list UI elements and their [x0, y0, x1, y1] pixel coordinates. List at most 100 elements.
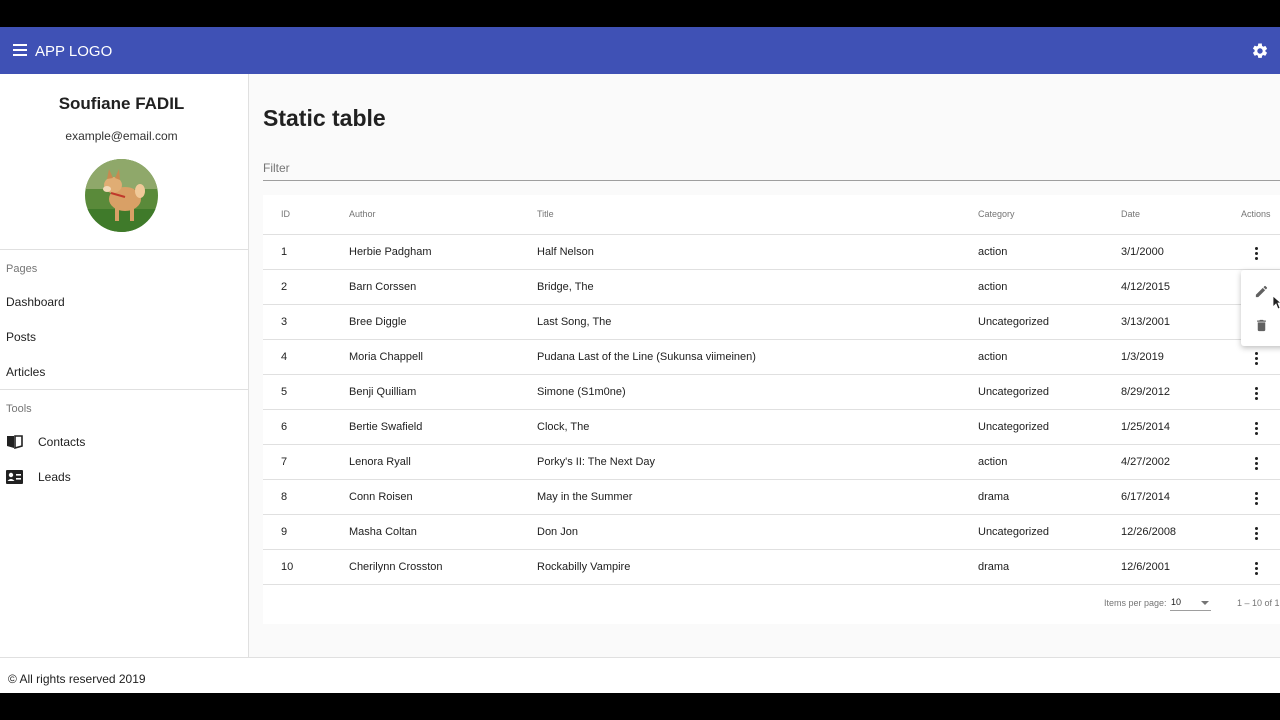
cell-author: Benji Quilliam — [349, 386, 417, 398]
table-row[interactable]: 5 Benji Quilliam Simone (S1m0ne) Uncategori… — [263, 375, 1280, 410]
cell-id: 2 — [281, 281, 288, 293]
gear-icon[interactable] — [1251, 42, 1269, 60]
cell-author: Barn Corssen — [349, 281, 417, 293]
delete-icon — [1257, 319, 1266, 332]
column-header-title[interactable]: Title — [537, 209, 554, 219]
cell-id: 1 — [281, 246, 288, 258]
table-row[interactable]: 1 Herbie Padgham Half Nelson action 3/1/2000 — [263, 235, 1280, 270]
cell-id: 5 — [281, 386, 288, 398]
cell-title: Clock, The — [537, 421, 590, 433]
page-size-select[interactable]: 10 — [1170, 593, 1211, 611]
column-header-category[interactable]: Category — [978, 209, 1015, 219]
app-window: APP LOGO Soufiane FADIL example@email.co… — [0, 27, 1280, 693]
footer-text: © All rights reserved 2019 — [8, 672, 146, 686]
cell-category: drama — [978, 491, 1010, 503]
more-vert-icon[interactable] — [1249, 526, 1263, 540]
table-row[interactable]: 10 Cherilynn Crosston Rockabilly Vampire dr… — [263, 550, 1280, 585]
tools-section-title: Tools — [6, 403, 32, 415]
page-size-value: 10 — [1171, 597, 1182, 607]
filter-input[interactable] — [263, 161, 1280, 175]
table-row[interactable]: 2 Barn Corssen Bridge, The action 4/12/2015 — [263, 270, 1280, 305]
cell-date: 4/12/2015 — [1121, 281, 1170, 293]
cell-date: 3/1/2000 — [1121, 246, 1164, 258]
cell-author: Bertie Swafield — [349, 421, 423, 433]
cell-title: Porky's II: The Next Day — [537, 456, 656, 468]
user-email: example@email.com — [65, 129, 178, 143]
sidebar-item-leads[interactable]: Leads — [0, 460, 248, 494]
cell-date: 12/6/2001 — [1121, 561, 1170, 573]
edit-icon — [1255, 285, 1268, 298]
footer: © All rights reserved 2019 — [0, 657, 1280, 693]
sidebar-item-label: Dashboard — [6, 295, 65, 309]
more-vert-icon[interactable] — [1249, 561, 1263, 575]
sidebar-item-label: Articles — [6, 365, 46, 379]
cell-id: 3 — [281, 316, 288, 328]
paginator: Items per page: 10 1 – 10 of 1 — [263, 588, 1280, 618]
more-vert-icon[interactable] — [1249, 491, 1263, 505]
table-row[interactable]: 3 Bree Diggle Last Song, The Uncategorized 3… — [263, 305, 1280, 340]
cell-category: Uncategorized — [978, 421, 1049, 433]
sidebar-item-contacts[interactable]: Contacts — [0, 425, 248, 459]
cell-title: Pudana Last of the Line (Sukunsa viimein… — [537, 351, 756, 363]
cell-title: Simone (S1m0ne) — [537, 386, 626, 398]
delete-menu-item[interactable] — [1241, 308, 1280, 342]
sidebar-item-posts[interactable]: Posts — [0, 320, 248, 354]
menu-icon[interactable] — [12, 43, 28, 57]
column-header-actions: Actions — [1241, 209, 1271, 219]
column-header-id[interactable]: ID — [281, 209, 290, 219]
column-header-date[interactable]: Date — [1121, 209, 1140, 219]
more-vert-icon[interactable] — [1249, 421, 1263, 435]
cell-id: 6 — [281, 421, 288, 433]
cell-date: 3/13/2001 — [1121, 316, 1170, 328]
chevron-down-icon — [1201, 601, 1209, 605]
sidebar-item-label: Leads — [38, 470, 71, 484]
more-vert-icon[interactable] — [1249, 246, 1263, 260]
cell-date: 1/3/2019 — [1121, 351, 1164, 363]
sidebar-divider — [0, 389, 248, 390]
cell-category: action — [978, 456, 1008, 468]
more-vert-icon[interactable] — [1249, 386, 1263, 400]
data-table: ID Author Title Category Date Actions 1 H… — [263, 195, 1280, 624]
column-header-author[interactable]: Author — [349, 209, 376, 219]
page-range-label: 1 – 10 of 1 — [1237, 598, 1280, 608]
cell-title: Rockabilly Vampire — [537, 561, 631, 573]
sidebar: Soufiane FADIL example@email.com Pages D… — [0, 74, 249, 657]
sidebar-item-articles[interactable]: Articles — [0, 355, 248, 389]
cell-category: action — [978, 246, 1008, 258]
table-row[interactable]: 9 Masha Coltan Don Jon Uncategorized 12/26/2… — [263, 515, 1280, 550]
table-row[interactable]: 8 Conn Roisen May in the Summer drama 6/17/2… — [263, 480, 1280, 515]
cell-title: Half Nelson — [537, 246, 594, 258]
cell-author: Conn Roisen — [349, 491, 413, 503]
table-row[interactable]: 6 Bertie Swafield Clock, The Uncategorized 1… — [263, 410, 1280, 445]
cell-title: Don Jon — [537, 526, 578, 538]
cell-date: 4/27/2002 — [1121, 456, 1170, 468]
app-logo[interactable]: APP LOGO — [35, 43, 112, 60]
cell-category: Uncategorized — [978, 386, 1049, 398]
cell-date: 1/25/2014 — [1121, 421, 1170, 433]
filter-field[interactable] — [263, 155, 1280, 181]
sidebar-item-label: Posts — [6, 330, 37, 344]
cell-author: Herbie Padgham — [349, 246, 432, 258]
items-per-page-label: Items per page: — [1104, 598, 1167, 608]
contact-card-icon — [6, 470, 23, 484]
cell-title: Bridge, The — [537, 281, 594, 293]
cell-date: 8/29/2012 — [1121, 386, 1170, 398]
more-vert-icon[interactable] — [1249, 456, 1263, 470]
cell-category: drama — [978, 561, 1010, 573]
sidebar-item-dashboard[interactable]: Dashboard — [0, 285, 248, 319]
top-toolbar: APP LOGO — [0, 27, 1280, 74]
cell-category: action — [978, 351, 1008, 363]
mouse-cursor-icon — [1273, 296, 1280, 310]
cell-author: Moria Chappell — [349, 351, 423, 363]
cell-date: 6/17/2014 — [1121, 491, 1170, 503]
page-title: Static table — [263, 105, 386, 131]
book-icon — [7, 435, 23, 449]
cell-category: action — [978, 281, 1008, 293]
more-vert-icon[interactable] — [1249, 351, 1263, 365]
cell-id: 4 — [281, 351, 288, 363]
table-row[interactable]: 7 Lenora Ryall Porky's II: The Next Day act… — [263, 445, 1280, 480]
cell-title: May in the Summer — [537, 491, 633, 503]
cell-title: Last Song, The — [537, 316, 612, 328]
table-row[interactable]: 4 Moria Chappell Pudana Last of the Line (… — [263, 340, 1280, 375]
avatar[interactable] — [85, 159, 158, 232]
